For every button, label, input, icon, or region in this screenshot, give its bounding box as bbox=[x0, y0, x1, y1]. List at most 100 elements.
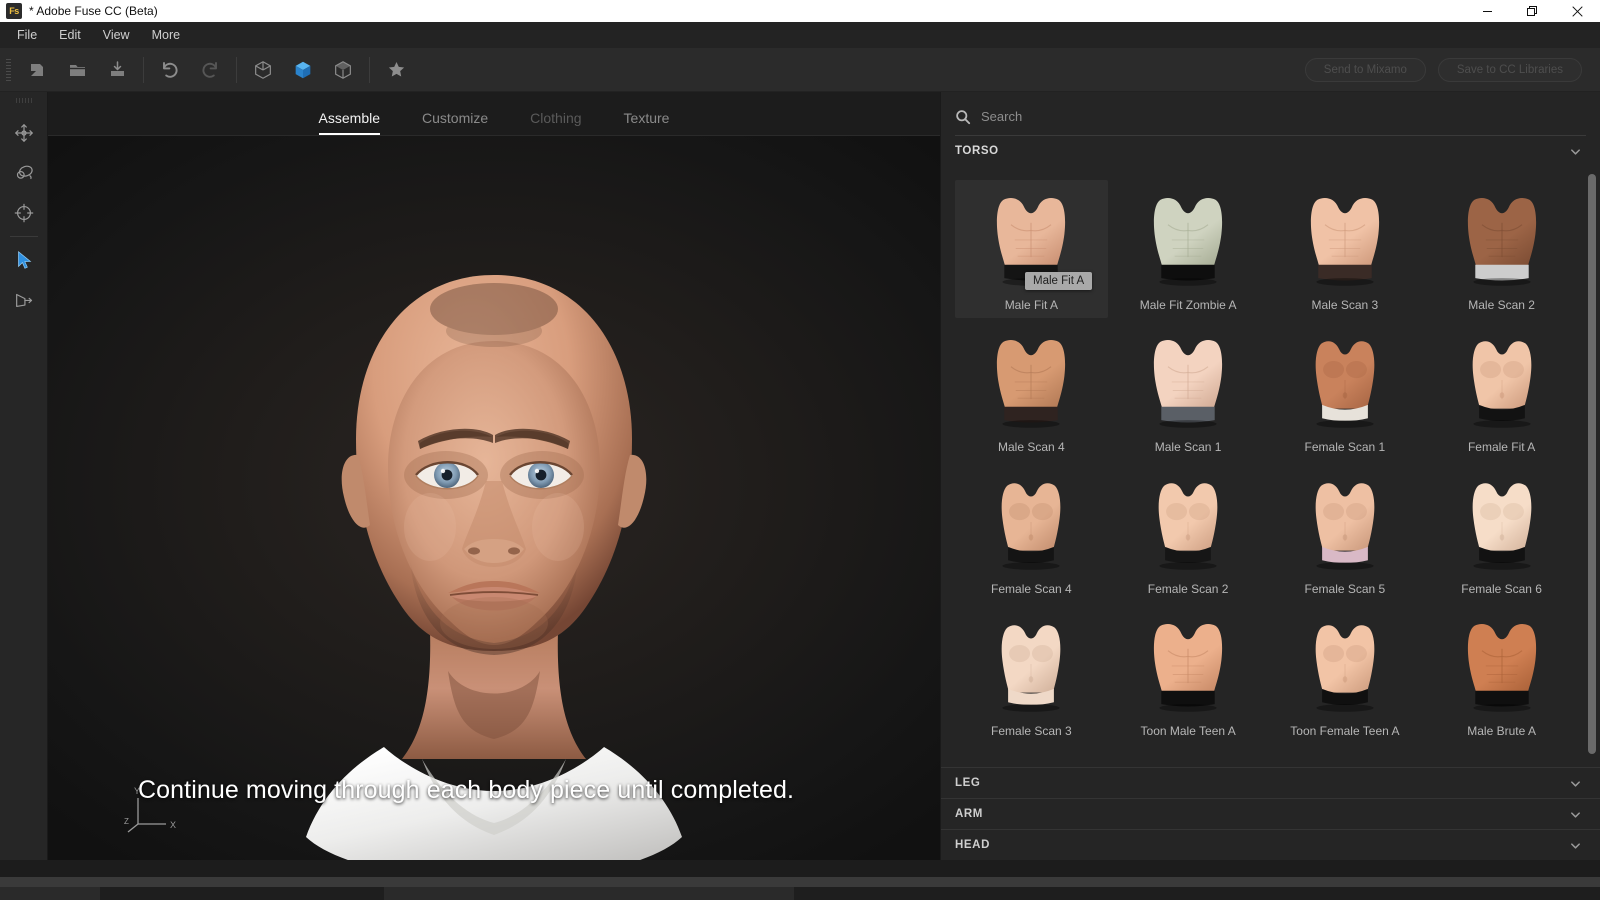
section-header-leg[interactable]: LEG bbox=[941, 767, 1600, 798]
torso-item-label: Toon Female Teen A bbox=[1290, 724, 1400, 738]
torso-item-female-fit-a[interactable]: Female Fit A bbox=[1425, 322, 1578, 460]
torso-thumbnail-image bbox=[1467, 198, 1536, 286]
gizmo-z-label: Z bbox=[124, 817, 129, 826]
torso-thumbnail bbox=[1440, 186, 1564, 292]
mode-tabs: Assemble Customize Clothing Texture bbox=[48, 92, 940, 136]
torso-item-label: Toon Male Teen A bbox=[1140, 724, 1236, 738]
new-file-icon[interactable] bbox=[17, 48, 57, 92]
torso-item-female-scan-5[interactable]: Female Scan 5 bbox=[1269, 464, 1422, 602]
search-icon bbox=[955, 109, 971, 125]
rail-separator bbox=[9, 236, 38, 237]
toolbar-separator bbox=[369, 56, 370, 83]
torso-item-label: Female Scan 3 bbox=[991, 724, 1072, 738]
gizmo-y-label: Y bbox=[134, 786, 140, 796]
rail-grip[interactable] bbox=[15, 98, 32, 103]
torso-thumbnail-image bbox=[1154, 340, 1223, 428]
item-tooltip: Male Fit A bbox=[1025, 272, 1093, 290]
torso-item-female-scan-6[interactable]: Female Scan 6 bbox=[1425, 464, 1578, 602]
torso-thumbnail bbox=[969, 612, 1093, 718]
section-header-leg-label: LEG bbox=[955, 777, 981, 789]
import-icon[interactable] bbox=[97, 48, 137, 92]
torso-item-label: Female Scan 6 bbox=[1461, 582, 1542, 596]
torso-item-male-fit-zombie-a[interactable]: Male Fit Zombie A bbox=[1112, 180, 1265, 318]
torso-thumbnail-image bbox=[1472, 341, 1531, 428]
menu-edit[interactable]: Edit bbox=[48, 25, 92, 46]
torso-item-label: Male Scan 2 bbox=[1468, 298, 1535, 312]
menu-file[interactable]: File bbox=[6, 25, 48, 46]
section-header-head[interactable]: HEAD bbox=[941, 829, 1600, 860]
wireframe-cube-icon[interactable] bbox=[243, 48, 283, 92]
tab-assemble[interactable]: Assemble bbox=[318, 110, 381, 135]
favorite-star-icon[interactable] bbox=[376, 48, 416, 92]
search-bar bbox=[955, 98, 1586, 136]
restore-button[interactable] bbox=[1510, 0, 1555, 22]
open-folder-icon[interactable] bbox=[57, 48, 97, 92]
menu-view[interactable]: View bbox=[92, 25, 141, 46]
torso-item-male-scan-4[interactable]: Male Scan 4 bbox=[955, 322, 1108, 460]
chevron-down-icon bbox=[1569, 777, 1582, 790]
horizontal-scrollbar-thumb[interactable] bbox=[0, 877, 384, 887]
torso-item-male-scan-1[interactable]: Male Scan 1 bbox=[1112, 322, 1265, 460]
left-tool-rail bbox=[0, 92, 48, 860]
torso-item-female-scan-3[interactable]: Female Scan 3 bbox=[955, 606, 1108, 744]
crosshair-target-icon[interactable] bbox=[4, 193, 44, 233]
taskbar-segment bbox=[384, 887, 794, 900]
torso-item-male-scan-3[interactable]: Male Scan 3 bbox=[1269, 180, 1422, 318]
torso-item-male-brute-a[interactable]: Male Brute A bbox=[1425, 606, 1578, 744]
window-controls bbox=[1465, 0, 1600, 22]
tab-texture[interactable]: Texture bbox=[624, 110, 670, 135]
torso-thumbnail-image bbox=[1154, 198, 1223, 286]
torso-thumbnail-image bbox=[1158, 483, 1218, 570]
torso-item-label: Female Fit A bbox=[1467, 440, 1536, 454]
search-input[interactable] bbox=[981, 109, 1586, 124]
panel-scrollbar-thumb[interactable] bbox=[1588, 174, 1596, 754]
section-header-arm[interactable]: ARM bbox=[941, 798, 1600, 829]
chevron-down-icon bbox=[1569, 839, 1582, 852]
close-button[interactable] bbox=[1555, 0, 1600, 22]
torso-item-toon-male-teen-a[interactable]: Toon Male Teen A bbox=[1112, 606, 1265, 744]
torso-thumbnail bbox=[1126, 328, 1250, 434]
save-to-cc-libraries-button[interactable]: Save to CC Libraries bbox=[1437, 57, 1582, 82]
torso-thumbnail-image bbox=[1472, 483, 1531, 570]
torso-item-female-scan-4[interactable]: Female Scan 4 bbox=[955, 464, 1108, 602]
toolbar-separator bbox=[143, 56, 144, 83]
torso-item-male-fit-a[interactable]: Male Fit A Male Fit A bbox=[955, 180, 1108, 318]
character-model bbox=[306, 275, 682, 860]
shaded-cube-icon[interactable] bbox=[323, 48, 363, 92]
tab-clothing[interactable]: Clothing bbox=[530, 110, 581, 135]
bottom-strip bbox=[0, 860, 1600, 900]
send-to-mixamo-button[interactable]: Send to Mixamo bbox=[1304, 57, 1426, 82]
solid-cube-icon[interactable] bbox=[283, 48, 323, 92]
3d-viewport[interactable]: Continue moving through each body piece … bbox=[48, 136, 940, 860]
torso-thumbnail bbox=[1440, 470, 1564, 576]
panel-scrollbar[interactable] bbox=[1588, 174, 1596, 767]
window-title: * Adobe Fuse CC (Beta) bbox=[29, 4, 158, 18]
torso-item-male-scan-2[interactable]: Male Scan 2 bbox=[1425, 180, 1578, 318]
torso-item-label: Female Scan 2 bbox=[1147, 582, 1229, 596]
torso-thumbnail-image bbox=[1315, 341, 1375, 428]
title-bar: Fs * Adobe Fuse CC (Beta) bbox=[0, 0, 1600, 22]
camera-export-icon[interactable] bbox=[4, 280, 44, 320]
horizontal-scrollbar[interactable] bbox=[0, 877, 1600, 887]
torso-item-label: Male Brute A bbox=[1467, 724, 1536, 738]
torso-item-female-scan-2[interactable]: Female Scan 2 bbox=[1112, 464, 1265, 602]
orbit-icon[interactable] bbox=[4, 153, 44, 193]
main-toolbar: Send to Mixamo Save to CC Libraries bbox=[0, 48, 1600, 92]
torso-thumbnail bbox=[1283, 612, 1407, 718]
torso-item-label: Female Scan 1 bbox=[1304, 440, 1386, 454]
section-header-torso[interactable]: TORSO bbox=[941, 136, 1600, 166]
minimize-button[interactable] bbox=[1465, 0, 1510, 22]
torso-thumbnail bbox=[1440, 328, 1564, 434]
menu-more[interactable]: More bbox=[141, 25, 191, 46]
toolbar-grip[interactable] bbox=[6, 58, 11, 81]
tab-customize[interactable]: Customize bbox=[422, 110, 488, 135]
torso-thumbnail-image bbox=[1315, 483, 1375, 570]
torso-item-female-scan-1[interactable]: Female Scan 1 bbox=[1269, 322, 1422, 460]
move-arrows-icon[interactable] bbox=[4, 113, 44, 153]
torso-item-toon-female-teen-a[interactable]: Toon Female Teen A bbox=[1269, 606, 1422, 744]
torso-grid: Male Fit A Male Fit A Male Fit Zombie A bbox=[941, 166, 1600, 752]
redo-icon[interactable] bbox=[190, 48, 230, 92]
torso-item-label: Male Fit Zombie A bbox=[1139, 298, 1237, 312]
cursor-arrow-icon[interactable] bbox=[4, 240, 44, 280]
undo-icon[interactable] bbox=[150, 48, 190, 92]
